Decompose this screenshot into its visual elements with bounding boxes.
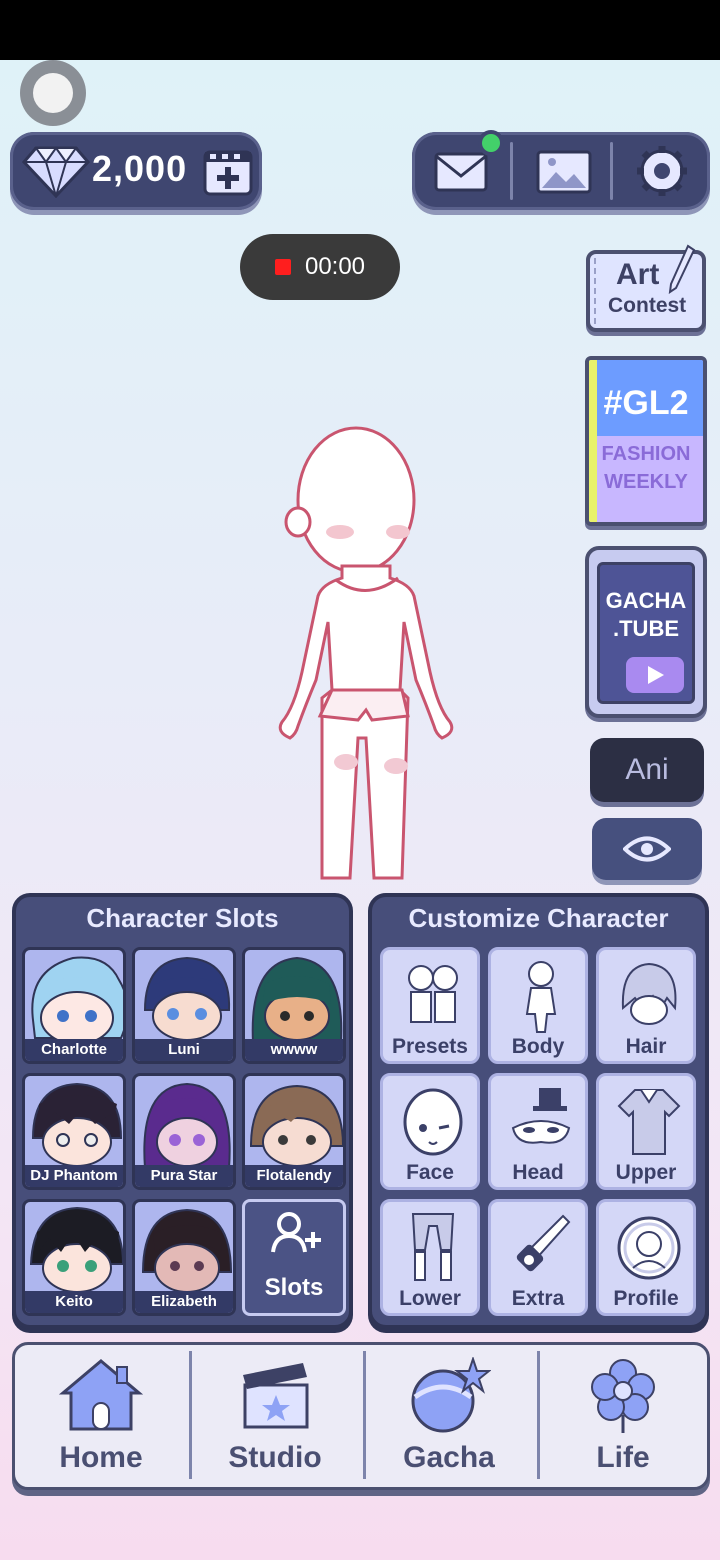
nav-label: Studio (228, 1441, 322, 1474)
nav-label: Home (59, 1441, 143, 1474)
gacha-tube-button[interactable]: GACHA .TUBE (585, 546, 707, 718)
character-slot[interactable]: wwww (242, 947, 346, 1064)
nav-label: Gacha (403, 1441, 495, 1474)
art-contest-line1: Art (616, 258, 660, 291)
tile-label: Extra (511, 1287, 565, 1310)
profile-icon (617, 1216, 681, 1280)
fashion-weekly-button[interactable]: #GL2 FASHION WEEKLY (585, 356, 707, 526)
character-slots-title: Character Slots (86, 903, 279, 933)
nav-studio[interactable]: Studio (189, 1345, 361, 1487)
shirt-icon (617, 1089, 681, 1155)
character-slot[interactable]: Pura Star (132, 1073, 236, 1190)
eye-icon (623, 836, 671, 862)
gl2-tag: #GL2 (603, 384, 689, 422)
clapperboard-icon (243, 1363, 309, 1429)
slot-name: Pura Star (135, 1165, 233, 1187)
diamond-icon (22, 146, 90, 198)
character-avatar (31, 1082, 123, 1167)
slot-name: Elizabeth (135, 1291, 233, 1313)
customize-profile[interactable]: Profile (596, 1199, 696, 1316)
slot-name: Luni (135, 1039, 233, 1061)
customize-face[interactable]: Face (380, 1073, 480, 1190)
customize-head[interactable]: Head (488, 1073, 588, 1190)
top-right-menu (412, 130, 710, 210)
tile-label: Face (406, 1161, 454, 1184)
recording-indicator[interactable]: 00:00 (240, 234, 400, 300)
sword-icon (516, 1214, 571, 1272)
add-slots-button[interactable]: Slots (242, 1199, 346, 1316)
character-avatar (249, 1084, 343, 1167)
face-icon (403, 1088, 463, 1156)
gem-counter: 2,000 (10, 132, 262, 210)
character-slot[interactable]: Flotalendy (242, 1073, 346, 1190)
toggle-ui-button[interactable] (592, 818, 702, 880)
notification-dot (478, 130, 504, 156)
character-slot[interactable]: Luni (132, 947, 236, 1064)
nav-home[interactable]: Home (15, 1345, 187, 1487)
house-icon (59, 1359, 143, 1431)
top-hat-icon (511, 1088, 571, 1144)
slot-name: Charlotte (25, 1039, 123, 1061)
image-icon[interactable] (534, 144, 594, 198)
nav-label: Life (596, 1441, 650, 1474)
gem-count: 2,000 (92, 148, 188, 189)
film-plus-icon[interactable] (202, 146, 254, 198)
floating-record-button[interactable] (20, 60, 86, 126)
character-preview[interactable] (262, 418, 462, 898)
gear-icon[interactable] (632, 144, 692, 198)
tile-label: Profile (613, 1287, 679, 1310)
status-bar (0, 0, 720, 60)
character-avatar (29, 1206, 123, 1293)
bottom-navigation: Home Studio Gacha Life (12, 1342, 710, 1490)
customize-upper[interactable]: Upper (596, 1073, 696, 1190)
add-slots-label: Slots (264, 1274, 324, 1301)
customize-lower[interactable]: Lower (380, 1199, 480, 1316)
tile-label: Upper (615, 1161, 677, 1184)
character-avatar (141, 1208, 233, 1293)
character-slot[interactable]: DJ Phantom (22, 1073, 126, 1190)
art-contest-line2: Contest (608, 294, 687, 317)
gacha-orb-icon (411, 1357, 491, 1433)
customize-hair[interactable]: Hair (596, 947, 696, 1064)
character-avatar (143, 956, 231, 1041)
character-slot[interactable]: Keito (22, 1199, 126, 1316)
flower-icon (591, 1359, 655, 1433)
ani-button[interactable]: Ani (590, 738, 704, 802)
character-avatar (251, 956, 343, 1043)
nav-life[interactable]: Life (537, 1345, 709, 1487)
customize-extra[interactable]: Extra (488, 1199, 588, 1316)
character-slot[interactable]: Charlotte (22, 947, 126, 1064)
character-avatar (31, 956, 123, 1045)
art-contest-button[interactable]: Art Contest (586, 244, 706, 332)
gacha-tube-label: GACHA .TUBE (605, 588, 687, 641)
customize-body[interactable]: Body (488, 947, 588, 1064)
customize-presets[interactable]: Presets (380, 947, 480, 1064)
slot-name: Flotalendy (245, 1165, 343, 1187)
slot-name: wwww (245, 1039, 343, 1061)
add-user-icon (271, 1212, 321, 1253)
presets-icon (408, 965, 458, 1023)
hair-icon (621, 962, 677, 1025)
record-dot-icon (274, 259, 291, 275)
tile-label: Body (511, 1035, 565, 1058)
pants-icon (411, 1213, 455, 1281)
pencil-icon (668, 244, 696, 294)
recording-time: 00:00 (304, 253, 366, 280)
character-avatar (143, 1082, 231, 1169)
nav-gacha[interactable]: Gacha (363, 1345, 535, 1487)
body-icon (525, 961, 557, 1033)
customize-character-panel: Customize Character Presets Body Hair Fa… (368, 893, 709, 1329)
game-screen: 2,000 00:00 Art Contest #GL2 FASHION WEE… (0, 60, 720, 1560)
tile-label: Hair (625, 1035, 667, 1058)
tile-label: Lower (399, 1287, 461, 1310)
character-slot[interactable]: Elizabeth (132, 1199, 236, 1316)
slot-name: DJ Phantom (25, 1165, 123, 1187)
slot-name: Keito (25, 1291, 123, 1313)
tile-label: Head (512, 1161, 564, 1184)
tile-label: Presets (392, 1035, 468, 1058)
character-slots-panel: Character Slots Charlotte Luni wwww DJ P… (12, 893, 353, 1329)
fashion-weekly-label: FASHION WEEKLY (601, 443, 691, 493)
play-icon (626, 657, 684, 693)
customize-title: Customize Character (408, 903, 669, 933)
